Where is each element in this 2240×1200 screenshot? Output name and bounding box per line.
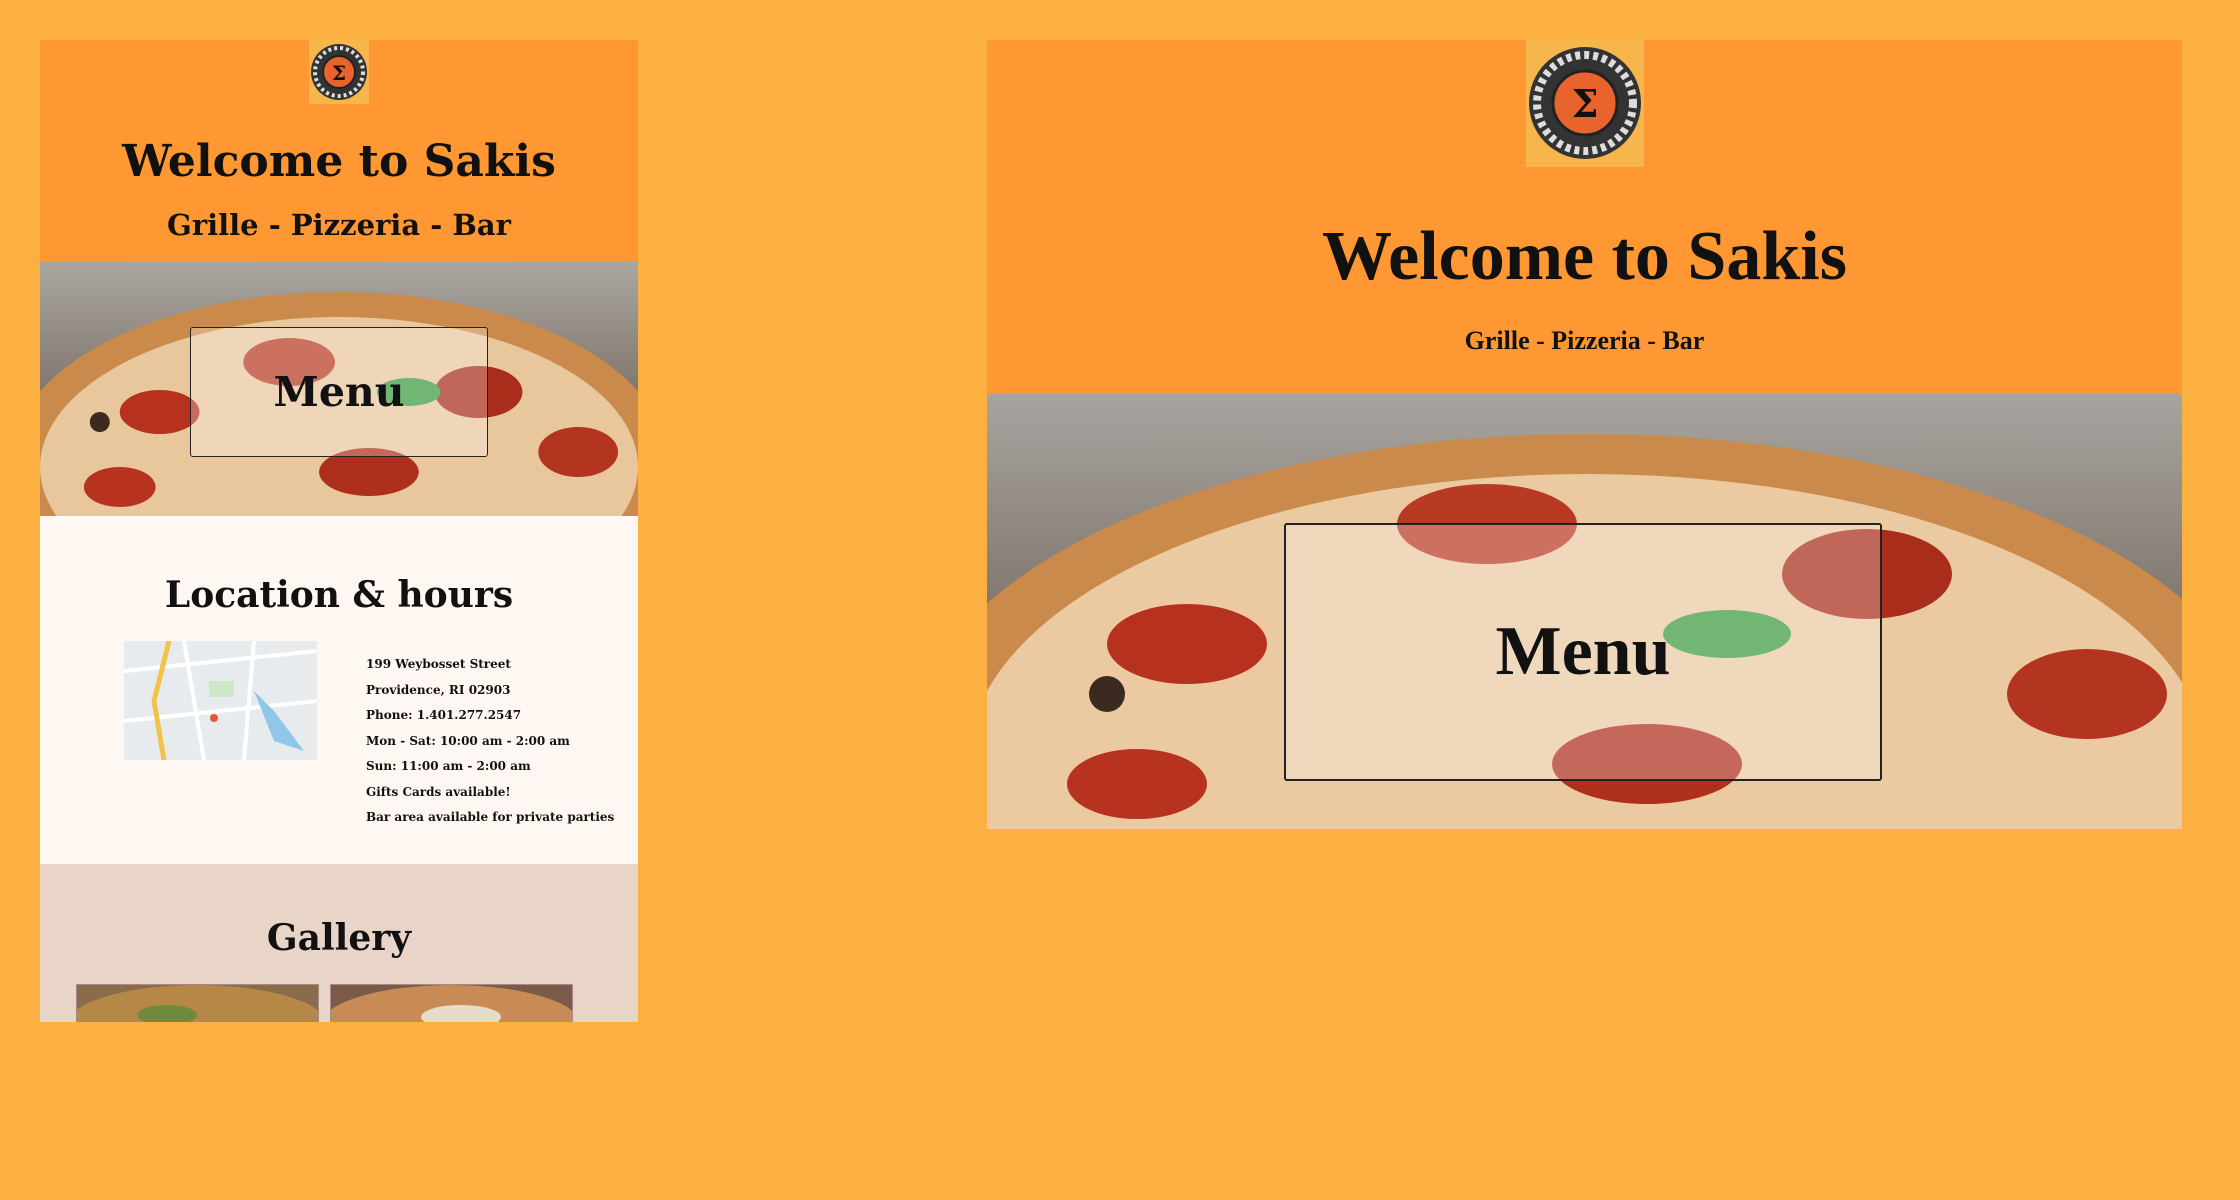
- hours-weekday: Mon - Sat: 10:00 am - 2:00 am: [366, 733, 570, 748]
- location-details: 199 Weybosset Street Providence, RI 0290…: [366, 652, 614, 831]
- address-street: 199 Weybosset Street: [366, 657, 511, 671]
- phone-number: Phone: 1.401.277.2547: [366, 708, 522, 722]
- sigma-badge-icon[interactable]: Σ: [1525, 40, 1644, 167]
- private-parties-note: Bar area available for private parties: [366, 810, 615, 824]
- page-subtitle: Grille - Pizzeria - Bar: [167, 208, 511, 242]
- location-section: Location & hours 199 Weybosset Street Pr…: [40, 516, 638, 864]
- hero-banner: Menu: [40, 262, 638, 516]
- site-header: Σ Welcome to Sakis Grille - Pizzeria - B…: [40, 40, 638, 262]
- gallery-section: Gallery: [40, 864, 638, 1022]
- page-subtitle: Grille - Pizzeria - Bar: [1464, 326, 1705, 355]
- hero-banner: Menu: [987, 394, 2182, 829]
- site-header: Σ Welcome to Sakis Grille - Pizzeria - B…: [987, 40, 2182, 394]
- hours-sunday: Sun: 11:00 am - 2:00 am: [366, 759, 531, 773]
- svg-text:Σ: Σ: [332, 61, 346, 85]
- menu-button[interactable]: Menu: [1284, 523, 1882, 781]
- map-thumbnail[interactable]: [124, 641, 317, 760]
- desktop-preview: Σ Welcome to Sakis Grille - Pizzeria - B…: [987, 40, 2182, 829]
- page-title: Welcome to Sakis: [1322, 218, 1847, 295]
- sigma-badge-icon[interactable]: Σ: [309, 40, 369, 104]
- address-city: Providence, RI 02903: [366, 682, 511, 697]
- gallery-heading: Gallery: [266, 917, 412, 959]
- location-heading: Location & hours: [164, 574, 514, 616]
- gift-cards-note: Gifts Cards available!: [366, 784, 511, 799]
- svg-text:Σ: Σ: [1571, 81, 1598, 126]
- menu-button[interactable]: Menu: [190, 327, 488, 457]
- gallery-image[interactable]: [330, 984, 573, 1022]
- page-title: Welcome to Sakis: [122, 136, 556, 187]
- gallery-image[interactable]: [76, 984, 319, 1022]
- mobile-preview: Σ Welcome to Sakis Grille - Pizzeria - B…: [40, 40, 638, 1022]
